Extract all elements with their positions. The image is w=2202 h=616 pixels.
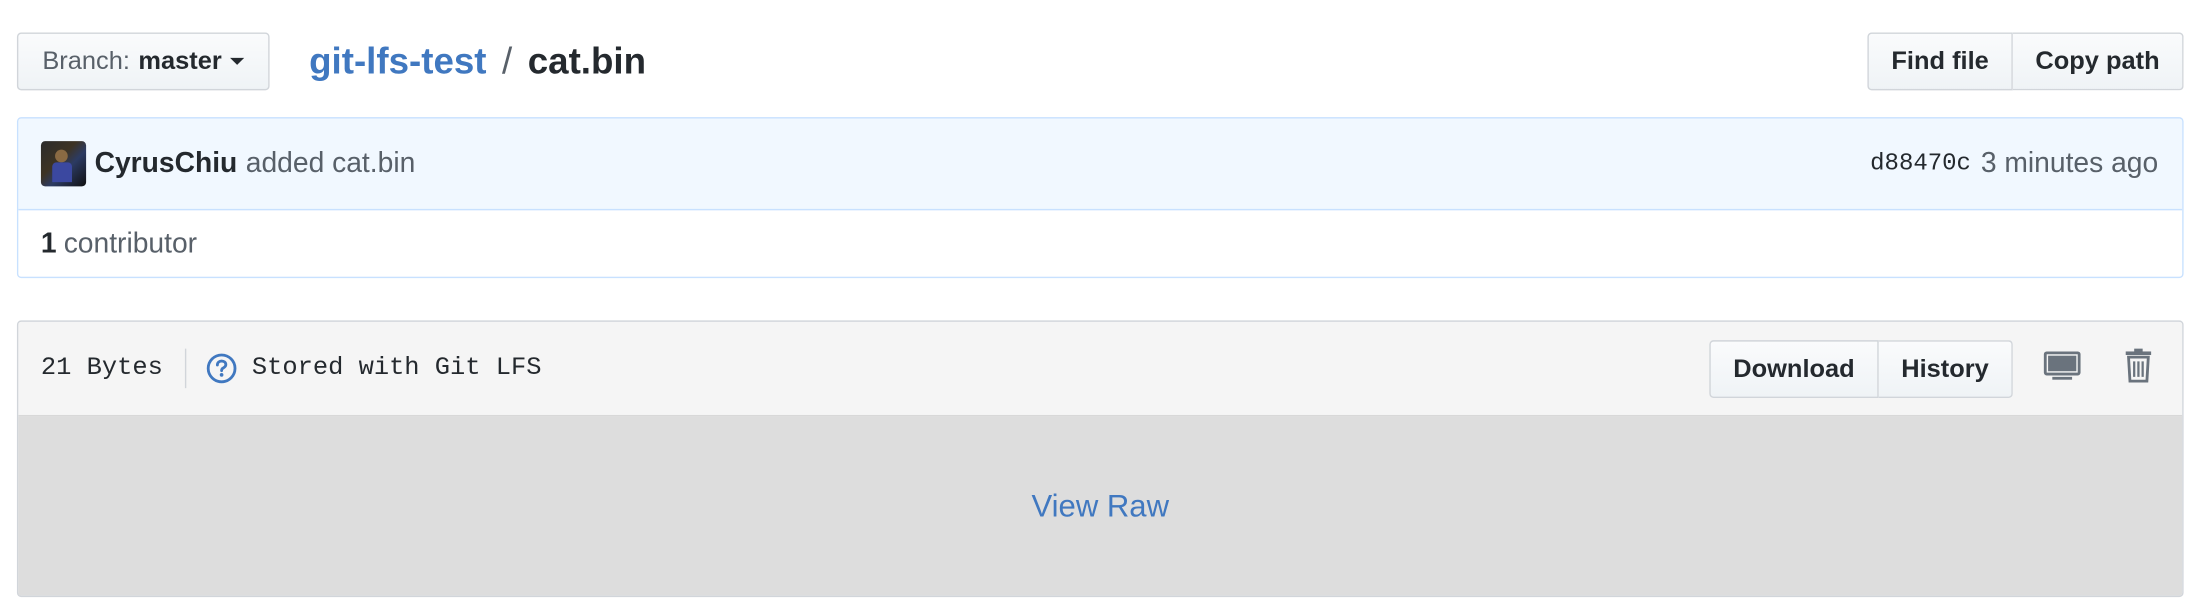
commit-author-link[interactable]: CyrusChiu [95,148,238,180]
open-in-desktop-button[interactable] [2024,339,2100,397]
breadcrumb-file-name: cat.bin [527,39,647,82]
file-navigation: Branch: master git-lfs-test / cat.bin Fi… [16,32,2184,93]
contributors-summary[interactable]: 1 contributor [18,210,2183,277]
contributor-count: 1 [40,227,57,260]
copy-path-button[interactable]: Copy path [2012,32,2184,91]
file-info: 21 Bytes Stored with Git LFS [40,348,542,389]
blob-body: View Raw [18,416,2183,596]
file-size: 21 Bytes [40,354,163,383]
chevron-down-icon [230,57,245,65]
commit-tease-box: CyrusChiu added cat.bin d88470c 3 minute… [16,117,2184,279]
avatar[interactable] [40,141,87,187]
trash-icon [2123,347,2154,391]
commit-sha-link[interactable]: d88470c [1870,150,1971,177]
file-info-divider [185,348,187,389]
lfs-storage-label: Stored with Git LFS [251,354,542,383]
file-nav-actions: Find file Copy path [1867,32,2184,91]
commit-meta: d88470c 3 minutes ago [1870,119,2158,209]
delete-file-button[interactable] [2100,339,2176,397]
commit-message[interactable]: added cat.bin [246,148,416,180]
commit-time: 3 minutes ago [1980,147,2159,179]
breadcrumb-separator: / [502,39,513,82]
desktop-icon [2042,348,2082,389]
file-actions: Download History [1709,322,2182,415]
history-button[interactable]: History [1878,339,2013,398]
page-content: Branch: master git-lfs-test / cat.bin Fi… [0,0,2202,615]
file-action-buttons: Download History [1709,339,2013,398]
file-header: 21 Bytes Stored with Git LFS Download Hi… [18,321,2183,417]
file-box: 21 Bytes Stored with Git LFS Download Hi… [16,320,2184,598]
breadcrumb-repo-link[interactable]: git-lfs-test [309,40,486,84]
branch-prefix-label: Branch: [42,46,130,75]
branch-select-button[interactable]: Branch: master [16,32,270,91]
commit-tease: CyrusChiu added cat.bin d88470c 3 minute… [18,118,2183,211]
download-button[interactable]: Download [1709,339,1879,398]
find-file-button[interactable]: Find file [1867,32,2013,91]
contributor-label: contributor [63,227,198,260]
breadcrumb: git-lfs-test / cat.bin [309,32,646,90]
view-raw-link[interactable]: View Raw [1031,488,1169,525]
branch-name: master [138,46,222,75]
page: Branch: master git-lfs-test / cat.bin Fi… [0,0,2202,616]
question-circle-icon[interactable] [207,353,238,384]
